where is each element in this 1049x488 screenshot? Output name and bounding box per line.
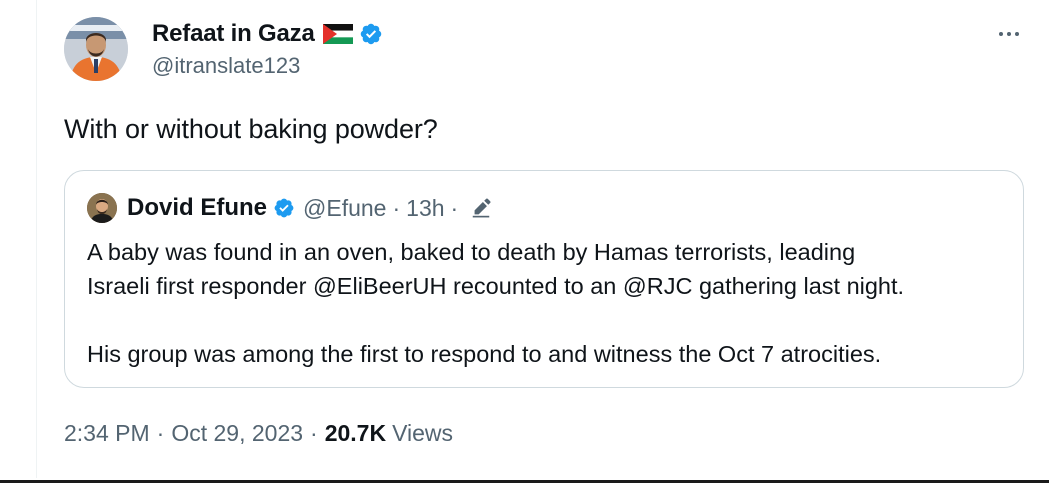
author-avatar[interactable] — [64, 17, 128, 81]
quoted-author-name[interactable]: Dovid Efune — [127, 194, 267, 222]
person-avatar-icon — [64, 17, 128, 81]
author-handle[interactable]: @itranslate123 — [152, 53, 383, 79]
quoted-tweet-header: Dovid Efune @Efune · 13h · — [87, 193, 492, 223]
separator-dot: · — [450, 194, 459, 221]
quoted-author-handle[interactable]: @Efune — [303, 195, 386, 222]
quoted-text-line: Israeli first responder @EliBeerUH recou… — [87, 273, 905, 299]
tweet-author: Refaat in Gaza @itranslate123 — [152, 18, 383, 79]
author-name[interactable]: Refaat in Gaza — [152, 20, 315, 48]
views-label: Views — [392, 420, 454, 446]
separator-dot: · — [156, 420, 165, 446]
tweet-date[interactable]: Oct 29, 2023 — [171, 420, 303, 447]
verified-badge-icon[interactable] — [359, 22, 383, 46]
author-name-row: Refaat in Gaza — [152, 18, 383, 50]
pencil-icon[interactable] — [470, 197, 492, 219]
quoted-text-line: His group was among the first to respond… — [87, 341, 882, 367]
quoted-tweet-card[interactable]: Dovid Efune @Efune · 13h · A baby was fo… — [64, 170, 1024, 388]
tweet-meta: 2:34 PM · Oct 29, 2023 · 20.7K Views — [64, 420, 453, 447]
person-avatar-icon — [87, 193, 117, 223]
bottom-divider — [0, 480, 1049, 483]
quoted-author-avatar[interactable] — [87, 193, 117, 223]
ellipsis-icon — [999, 32, 1003, 36]
tweet-text: With or without baking powder? — [64, 114, 438, 144]
quoted-text-line: A baby was found in an oven, baked to de… — [87, 239, 856, 265]
quoted-timestamp[interactable]: 13h — [406, 195, 444, 222]
separator-dot: · — [310, 420, 318, 446]
tweet-time[interactable]: 2:34 PM — [64, 420, 150, 447]
timeline-left-border — [36, 0, 37, 478]
more-options-button[interactable] — [992, 24, 1026, 44]
views-count[interactable]: 20.7K — [325, 420, 386, 447]
verified-badge-icon[interactable] — [273, 197, 295, 219]
separator-dot: · — [392, 194, 401, 221]
quoted-tweet-text: A baby was found in an oven, baked to de… — [87, 235, 1007, 371]
palestine-flag-icon — [322, 24, 353, 44]
